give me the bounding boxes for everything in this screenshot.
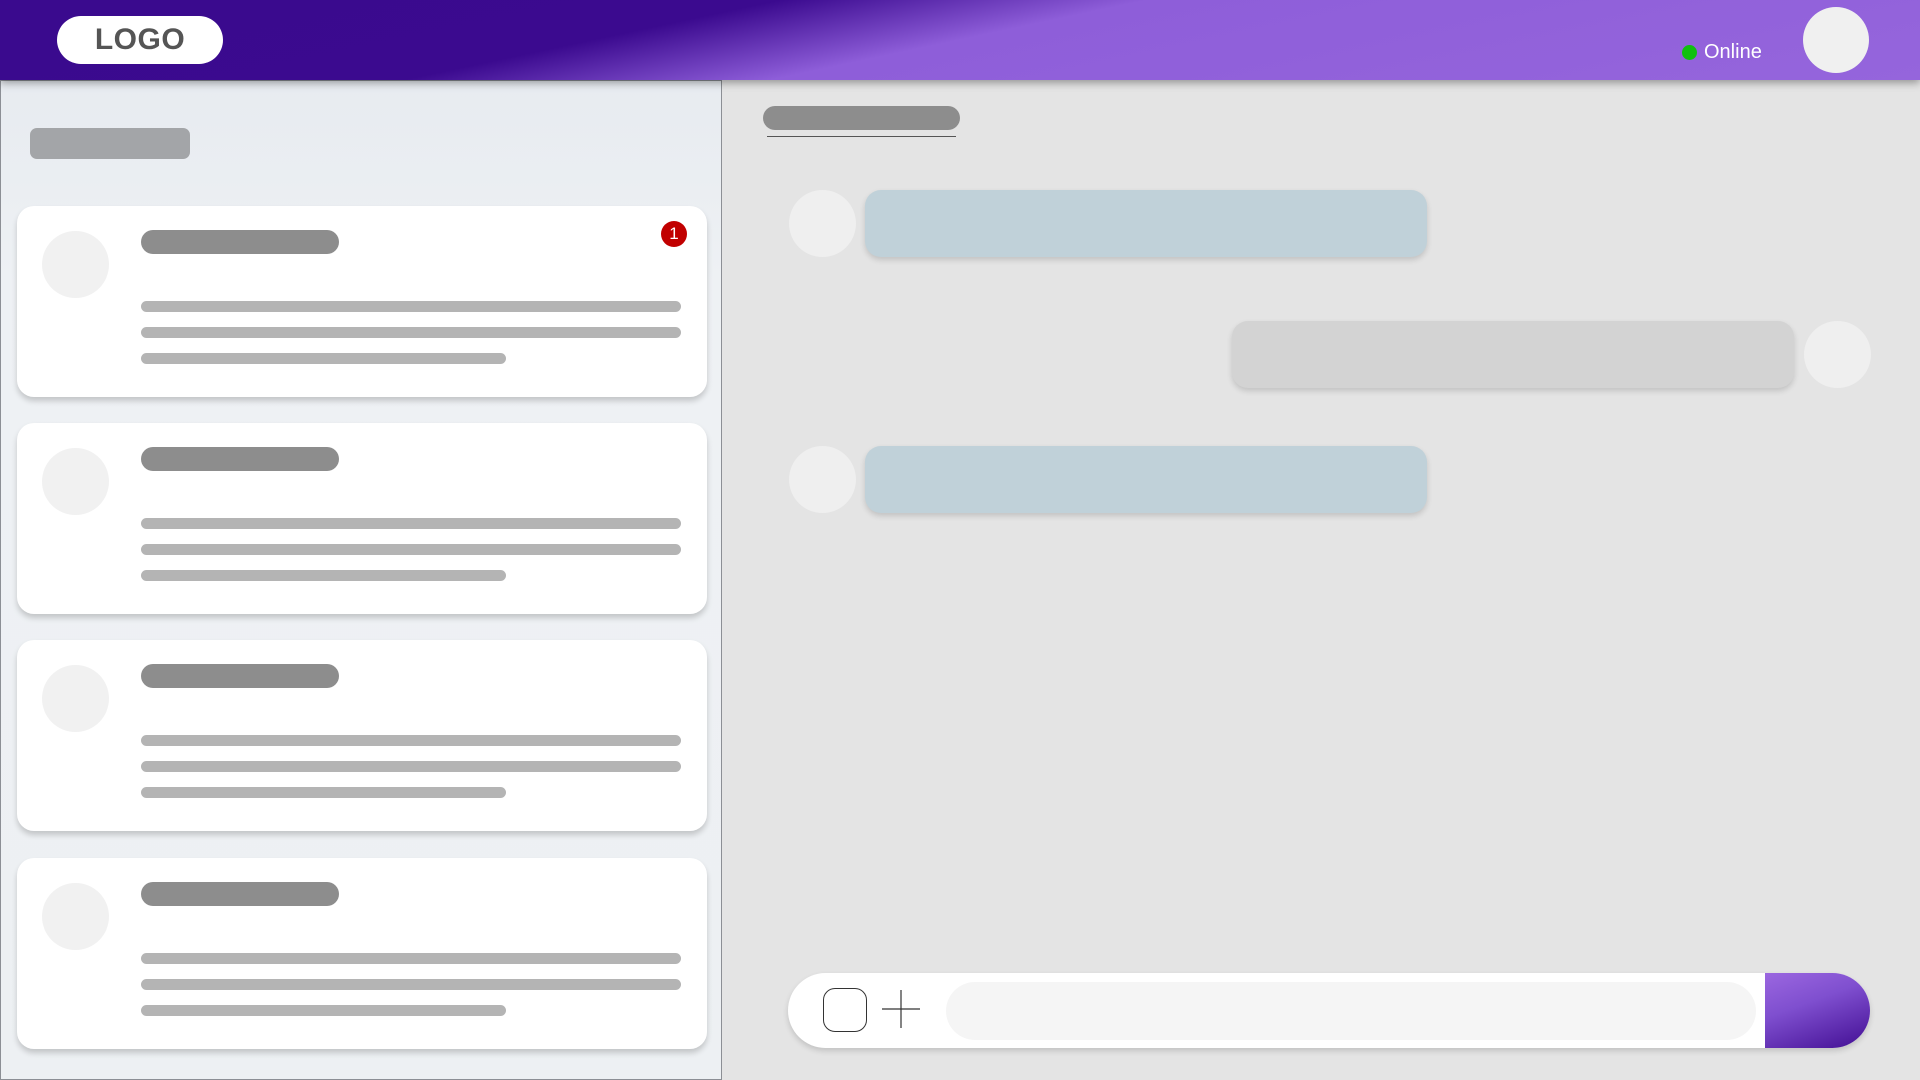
conversation-card[interactable] [17,640,707,831]
message-preview-line [141,979,681,990]
chat-title-underline [767,136,956,137]
contact-avatar [42,883,109,950]
contact-name-placeholder [141,447,339,471]
conversation-card[interactable] [17,423,707,614]
own-avatar [1804,321,1871,388]
contact-name-placeholder [141,882,339,906]
top-header: LOGO Online [0,0,1920,80]
conversation-sidebar: 1 [0,80,722,1080]
conversation-card[interactable] [17,858,707,1049]
message-preview-line [141,570,506,581]
message-preview-line [141,518,681,529]
sender-avatar [789,446,856,513]
message-preview-line [141,787,506,798]
message-preview-line [141,544,681,555]
chat-title-placeholder [763,106,960,130]
user-avatar[interactable] [1803,7,1869,73]
contact-avatar [42,665,109,732]
status-dot-icon [1682,45,1697,60]
outgoing-message-bubble [1232,321,1794,388]
message-composer [788,973,1870,1048]
logo[interactable]: LOGO [57,16,223,64]
incoming-message-bubble [865,446,1427,513]
plus-icon[interactable] [881,989,921,1029]
status-label: Online [1704,41,1762,63]
message-preview-line [141,761,681,772]
sender-avatar [789,190,856,257]
logo-text: LOGO [94,23,186,56]
message-preview-line [141,327,681,338]
unread-badge: 1 [661,221,687,247]
message-preview-line [141,301,681,312]
message-preview-line [141,1005,506,1016]
sidebar-title-placeholder [30,128,190,159]
contact-avatar [42,448,109,515]
chat-pane [723,80,1920,1080]
plus-icon-glyph [882,990,920,1028]
send-button[interactable] [1765,973,1870,1048]
message-preview-line [141,735,681,746]
emoji-icon[interactable] [823,988,867,1032]
conversation-card[interactable]: 1 [17,206,707,397]
message-preview-line [141,353,506,364]
online-status: Online [1682,41,1762,64]
contact-name-placeholder [141,230,339,254]
incoming-message-bubble [865,190,1427,257]
message-input[interactable] [946,982,1756,1040]
message-preview-line [141,953,681,964]
contact-name-placeholder [141,664,339,688]
contact-avatar [42,231,109,298]
